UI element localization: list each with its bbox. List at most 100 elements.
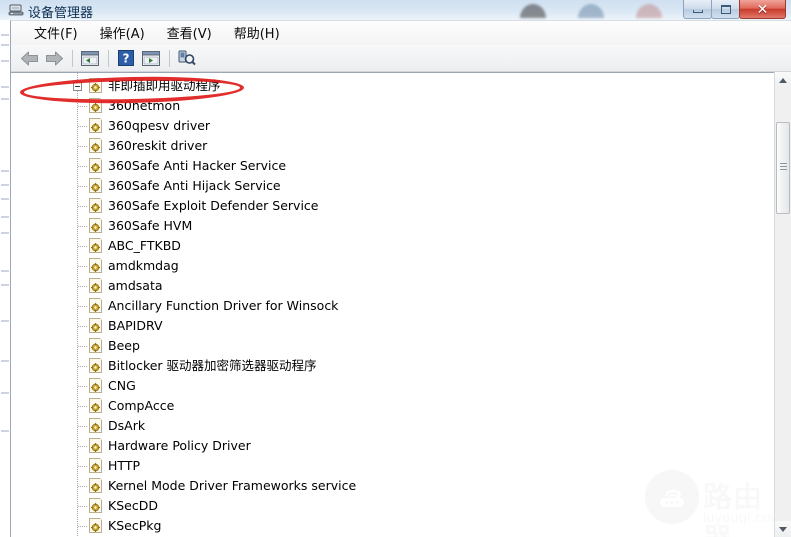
- chevron-up-icon: [779, 78, 787, 83]
- minimize-button[interactable]: [683, 0, 712, 19]
- svg-text:?: ?: [123, 51, 130, 65]
- tree-node-label: 360Safe HVM: [108, 218, 193, 233]
- driver-gear-icon: [89, 158, 104, 174]
- driver-gear-icon: [89, 398, 104, 414]
- scan-magnifier-icon: [178, 50, 196, 66]
- driver-gear-icon: [89, 518, 104, 534]
- tree-node-label: Kernel Mode Driver Frameworks service: [108, 478, 357, 493]
- tree-elbow: [78, 186, 88, 187]
- driver-gear-icon: [89, 218, 104, 234]
- driver-gear-icon: [89, 338, 104, 354]
- vertical-scrollbar[interactable]: [774, 72, 791, 537]
- tree-guide-line: [77, 73, 78, 537]
- driver-gear-icon: [89, 478, 104, 494]
- menu-help[interactable]: 帮助(H): [223, 21, 291, 45]
- device-tree-panel[interactable]: 非即插即用驱动程序 360netmon 360qpesv driver 360resk…: [11, 72, 791, 537]
- scrollbar-thumb[interactable]: [776, 122, 790, 214]
- scan-hardware-button[interactable]: [175, 47, 199, 69]
- close-button[interactable]: ✕: [739, 0, 786, 19]
- tree-elbow: [78, 326, 88, 327]
- tree-node-label: 360reskit driver: [108, 138, 208, 153]
- tree-elbow: [78, 346, 88, 347]
- tree-elbow: [78, 486, 88, 487]
- device-manager-window: 设备管理器 ✕ 文件(F) 操作(A) 查看(V) 帮助(H) ? 非即插即用驱…: [0, 0, 791, 537]
- tree-elbow: [78, 106, 88, 107]
- update-driver-button[interactable]: [139, 47, 163, 69]
- window-title: 设备管理器: [28, 6, 94, 21]
- back-button[interactable]: [17, 47, 41, 69]
- driver-gear-icon: [89, 258, 104, 274]
- tree-elbow: [78, 446, 88, 447]
- back-arrow-icon: [20, 51, 38, 65]
- properties-button[interactable]: [78, 47, 102, 69]
- tree-node-label: BAPIDRV: [108, 318, 163, 333]
- tree-node-label: DsArk: [108, 418, 146, 433]
- tree-node-label: amdsata: [108, 278, 163, 293]
- chevron-down-icon: [779, 527, 787, 532]
- device-tree: 非即插即用驱动程序 360netmon 360qpesv driver 360resk…: [11, 73, 777, 537]
- tree-node-label: ABC_FTKBD: [108, 238, 181, 253]
- toolbar-separator-3: [169, 49, 170, 67]
- scroll-up-button[interactable]: [775, 72, 791, 89]
- window-frame: 文件(F) 操作(A) 查看(V) 帮助(H) ? 非即插即用驱动程序 360n…: [10, 20, 791, 537]
- driver-gear-icon: [89, 298, 104, 314]
- driver-gear-icon: [89, 458, 104, 474]
- tree-node-label: Beep: [108, 338, 140, 353]
- tree-elbow: [78, 246, 88, 247]
- tree-node-label: 360netmon: [108, 98, 181, 113]
- driver-gear-icon: [89, 238, 104, 254]
- tree-elbow: [78, 466, 88, 467]
- tree-elbow: [78, 426, 88, 427]
- tree-elbow: [78, 166, 88, 167]
- tree-elbow: [78, 126, 88, 127]
- toolbar-separator-2: [108, 49, 109, 67]
- toolbar: ?: [11, 45, 791, 72]
- device-manager-icon: [8, 2, 24, 18]
- tree-node-label: Hardware Policy Driver: [108, 438, 251, 453]
- driver-gear-icon: [89, 418, 104, 434]
- driver-gear-icon: [89, 318, 104, 334]
- driver-gear-icon: [89, 438, 104, 454]
- menu-action[interactable]: 操作(A): [89, 21, 156, 45]
- question-mark-icon: ?: [118, 50, 134, 66]
- driver-gear-icon: [89, 278, 104, 294]
- toolbar-separator-1: [72, 49, 73, 67]
- tree-expander-root[interactable]: [73, 82, 82, 91]
- maximize-icon: [720, 4, 731, 14]
- driver-gear-icon: [89, 358, 104, 374]
- driver-gear-icon: [89, 498, 104, 514]
- help-button[interactable]: ?: [114, 47, 138, 69]
- tree-elbow: [78, 526, 88, 527]
- close-icon: ✕: [756, 1, 769, 17]
- tree-node-label: Ancillary Function Driver for Winsock: [108, 298, 339, 313]
- driver-gear-icon: [89, 178, 104, 194]
- forward-button[interactable]: [42, 47, 66, 69]
- tree-elbow: [78, 366, 88, 367]
- tree-node-label: KSecPkg: [108, 518, 162, 533]
- tree-node-label: 360Safe Anti Hacker Service: [108, 158, 287, 173]
- menu-view[interactable]: 查看(V): [156, 21, 223, 45]
- tree-node-label: amdkmdag: [108, 258, 179, 273]
- tree-node-label: KSecDD: [108, 498, 158, 513]
- window-play-icon: [142, 50, 160, 66]
- driver-gear-icon: [89, 118, 104, 134]
- tree-node-label: CompAcce: [108, 398, 175, 413]
- properties-window-icon: [81, 50, 99, 66]
- tree-node-label: HTTP: [108, 458, 140, 473]
- window-titlebar[interactable]: 设备管理器 ✕: [0, 0, 791, 21]
- page-root: 设备管理器 ✕ 文件(F) 操作(A) 查看(V) 帮助(H) ? 非即插即用驱…: [0, 0, 791, 537]
- driver-gear-icon: [89, 98, 104, 114]
- driver-gear-icon: [89, 138, 104, 154]
- tree-elbow: [78, 306, 88, 307]
- scroll-down-button[interactable]: [775, 521, 791, 537]
- tree-elbow: [78, 506, 88, 507]
- maximize-button[interactable]: [711, 0, 740, 19]
- tree-node-label: Bitlocker 驱动器加密筛选器驱动程序: [108, 358, 317, 373]
- driver-gear-icon: [89, 378, 104, 394]
- menu-file[interactable]: 文件(F): [23, 21, 89, 45]
- tree-elbow: [78, 406, 88, 407]
- minimize-icon: [692, 10, 703, 13]
- window-controls: ✕: [683, 0, 786, 19]
- forward-arrow-icon: [45, 51, 63, 65]
- tree-node-label: 360Safe Exploit Defender Service: [108, 198, 319, 213]
